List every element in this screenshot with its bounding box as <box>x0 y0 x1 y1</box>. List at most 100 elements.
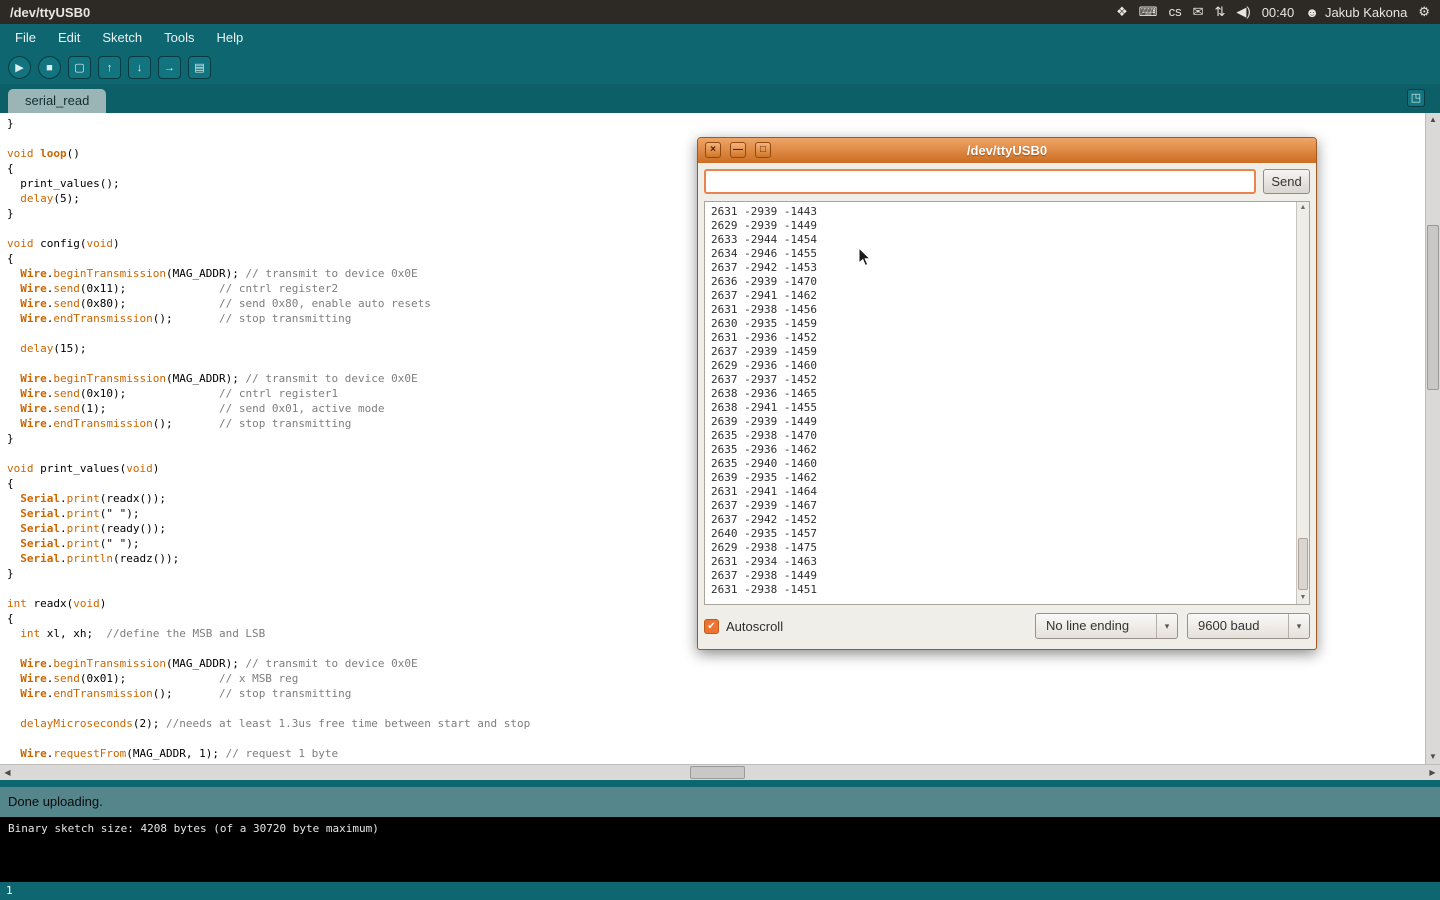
serial-line: 2640 -2935 -1457 <box>711 527 1303 541</box>
code-line: } <box>7 116 1425 131</box>
panel-window-title: /dev/ttyUSB0 <box>10 5 90 20</box>
keyboard-icon[interactable]: ⌨ <box>1139 4 1158 20</box>
console-line: Binary sketch size: 4208 bytes (of a 307… <box>8 821 1432 836</box>
serial-line: 2637 -2941 -1462 <box>711 289 1303 303</box>
mail-icon[interactable]: ✉ <box>1193 4 1204 20</box>
tab-strip: serial_read ◳ <box>0 84 1440 113</box>
editor-vertical-scrollbar[interactable]: ▲ ▼ <box>1425 113 1440 764</box>
tab-menu-button[interactable]: ◳ <box>1407 89 1425 107</box>
save-sketch-button[interactable]: ↓ <box>128 56 151 79</box>
serial-line: 2633 -2944 -1454 <box>711 233 1303 247</box>
serial-monitor-controls: ✔ Autoscroll No line ending ▾ 9600 baud … <box>704 612 1310 640</box>
code-line: delayMicroseconds(2); //needs at least 1… <box>7 716 1425 731</box>
current-line-number: 1 <box>6 884 13 897</box>
toolbar-buttons: ▶ ■ ▢ ↑ ↓ → ▤ <box>8 56 211 79</box>
menubar: FileEditSketchToolsHelp <box>0 24 1440 51</box>
editor-horizontal-scrollbar[interactable]: ◀ ▶ <box>0 764 1440 780</box>
serial-line: 2637 -2939 -1459 <box>711 345 1303 359</box>
scroll-left-icon[interactable]: ◀ <box>0 765 15 780</box>
editor-vscroll-thumb[interactable] <box>1427 225 1439 390</box>
serial-output-area[interactable]: 2631 -2939 -14432629 -2939 -14492633 -29… <box>704 201 1310 605</box>
toolbar: ▶ ■ ▢ ↑ ↓ → ▤ <box>0 51 1440 84</box>
menu-help[interactable]: Help <box>205 26 254 49</box>
menu-sketch[interactable]: Sketch <box>91 26 153 49</box>
verify-button[interactable]: ▶ <box>8 56 31 79</box>
serial-line: 2635 -2938 -1470 <box>711 429 1303 443</box>
baud-rate-value: 9600 baud <box>1188 614 1288 638</box>
serial-line: 2631 -2938 -1456 <box>711 303 1303 317</box>
scroll-right-icon[interactable]: ▶ <box>1425 765 1440 780</box>
screen: /dev/ttyUSB0 ❖ ⌨ cs ✉ ⇅ ◀) 00:40 ☻ Jakub Kako… <box>0 0 1440 900</box>
code-line <box>7 701 1425 716</box>
upload-button[interactable]: → <box>158 56 181 79</box>
serial-scroll-up-icon[interactable]: ▲ <box>1297 202 1309 214</box>
serial-scroll-thumb[interactable] <box>1298 538 1308 590</box>
serial-line: 2631 -2939 -1443 <box>711 205 1303 219</box>
serial-line: 2637 -2938 -1449 <box>711 569 1303 583</box>
baud-rate-select[interactable]: 9600 baud ▾ <box>1187 613 1310 639</box>
user-icon: ☻ <box>1305 5 1319 20</box>
serial-line: 2637 -2942 -1453 <box>711 261 1303 275</box>
window-controls: × — □ <box>705 142 771 158</box>
code-line <box>7 731 1425 746</box>
serial-line: 2638 -2936 -1465 <box>711 387 1303 401</box>
send-button[interactable]: Send <box>1263 169 1310 194</box>
serial-scroll-down-icon[interactable]: ▼ <box>1297 592 1309 604</box>
serial-line: 2636 -2939 -1470 <box>711 275 1303 289</box>
serial-output-scrollbar[interactable]: ▲ ▼ <box>1296 202 1309 604</box>
maximize-button[interactable]: □ <box>755 142 771 158</box>
tab-serial-read[interactable]: serial_read <box>8 89 106 113</box>
open-sketch-button[interactable]: ↑ <box>98 56 121 79</box>
serial-line: 2629 -2939 -1449 <box>711 219 1303 233</box>
serial-input[interactable] <box>704 169 1256 194</box>
line-ending-value: No line ending <box>1036 614 1156 638</box>
gear-icon[interactable]: ⚙ <box>1418 4 1430 20</box>
line-ending-select[interactable]: No line ending ▾ <box>1035 613 1178 639</box>
serial-line: 2630 -2935 -1459 <box>711 317 1303 331</box>
menu-tools[interactable]: Tools <box>153 26 205 49</box>
close-button[interactable]: × <box>705 142 721 158</box>
scroll-down-icon[interactable]: ▼ <box>1426 750 1440 764</box>
serial-monitor-window: ×—□ /dev/ttyUSB0 Send 2631 -2939 -144326… <box>697 137 1317 650</box>
autoscroll-label: Autoscroll <box>726 619 783 634</box>
serial-line: 2631 -2936 -1452 <box>711 331 1303 345</box>
user-menu[interactable]: ☻ Jakub Kakona <box>1305 5 1407 20</box>
serial-line: 2631 -2938 -1451 <box>711 583 1303 597</box>
serial-line: 2639 -2935 -1462 <box>711 471 1303 485</box>
keyboard-layout-label[interactable]: cs <box>1169 4 1182 20</box>
serial-line: 2629 -2936 -1460 <box>711 359 1303 373</box>
volume-icon[interactable]: ◀) <box>1236 4 1250 20</box>
stop-button[interactable]: ■ <box>38 56 61 79</box>
new-sketch-button[interactable]: ▢ <box>68 56 91 79</box>
autoscroll-checkbox[interactable]: ✔ <box>704 619 719 634</box>
code-line: Wire.requestFrom(MAG_ADDR, 1); // reques… <box>7 746 1425 761</box>
menu-file[interactable]: File <box>4 26 47 49</box>
serial-line: 2635 -2936 -1462 <box>711 443 1303 457</box>
console-output: Binary sketch size: 4208 bytes (of a 307… <box>0 817 1440 882</box>
serial-line: 2631 -2941 -1464 <box>711 485 1303 499</box>
serial-monitor-titlebar[interactable]: × — □ /dev/ttyUSB0 <box>698 138 1316 163</box>
editor-hscroll-thumb[interactable] <box>690 766 745 779</box>
chevron-down-icon[interactable]: ▾ <box>1156 614 1177 638</box>
serial-line: 2635 -2940 -1460 <box>711 457 1303 471</box>
line-indicator-bar: 1 <box>0 882 1440 900</box>
serial-monitor-title: /dev/ttyUSB0 <box>698 143 1316 158</box>
serial-output-lines: 2631 -2939 -14432629 -2939 -14492633 -29… <box>705 202 1309 600</box>
chevron-down-icon[interactable]: ▾ <box>1288 614 1309 638</box>
user-name: Jakub Kakona <box>1325 5 1407 20</box>
serial-line: 2637 -2937 -1452 <box>711 373 1303 387</box>
code-line: Wire.endTransmission(); // stop transmit… <box>7 686 1425 701</box>
serial-line: 2639 -2939 -1449 <box>711 415 1303 429</box>
serial-line: 2637 -2939 -1467 <box>711 499 1303 513</box>
scroll-up-icon[interactable]: ▲ <box>1426 113 1440 127</box>
network-traffic-icon[interactable]: ⇅ <box>1214 4 1225 20</box>
top-panel: /dev/ttyUSB0 ❖ ⌨ cs ✉ ⇅ ◀) 00:40 ☻ Jakub Kako… <box>0 0 1440 24</box>
clock[interactable]: 00:40 <box>1262 5 1295 20</box>
serial-monitor-button[interactable]: ▤ <box>188 56 211 79</box>
status-bar: Done uploading. <box>0 780 1440 817</box>
serial-line: 2631 -2934 -1463 <box>711 555 1303 569</box>
dropbox-icon[interactable]: ❖ <box>1116 4 1128 20</box>
menu-edit[interactable]: Edit <box>47 26 91 49</box>
indicator-icons: ❖ ⌨ cs ✉ ⇅ ◀) <box>1116 4 1251 20</box>
minimize-button[interactable]: — <box>730 142 746 158</box>
